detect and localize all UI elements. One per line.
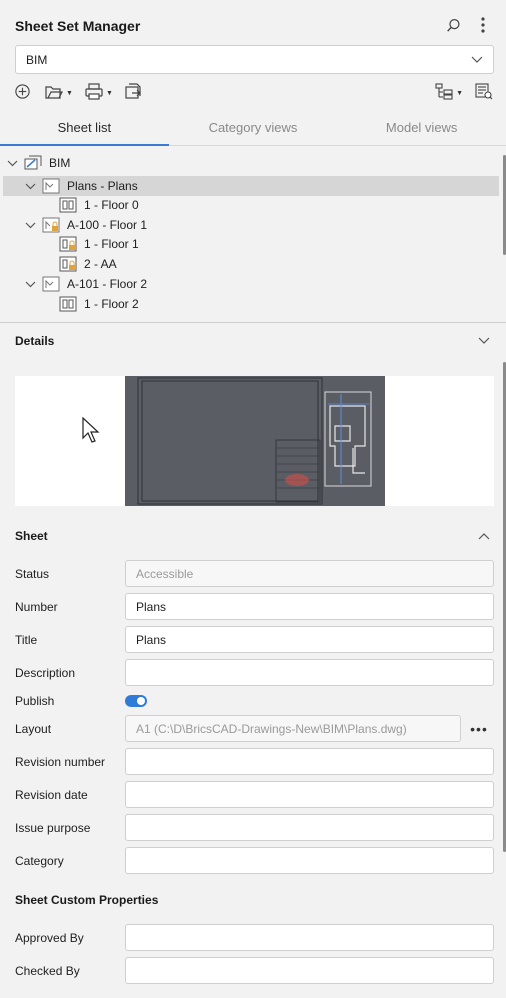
approved-by-label: Approved By	[15, 931, 84, 945]
revision-date-label: Revision date	[15, 788, 88, 802]
chevron-down-icon[interactable]	[23, 179, 37, 193]
export-button[interactable]	[125, 83, 143, 103]
number-label: Number	[15, 600, 58, 614]
tree-item-floor0[interactable]: 1 - Floor 0	[58, 195, 139, 215]
custom-properties-heading: Sheet Custom Properties	[15, 893, 159, 907]
sheet-tree: BIM Plans - Plans 1 - Floor 0 A-100 - Fl…	[0, 152, 506, 320]
tree-view-button[interactable]: ▼	[435, 83, 463, 103]
status-label: Status	[15, 567, 50, 581]
publish-button[interactable]: ▼	[85, 83, 113, 103]
tree-item-label: A-100 - Floor 1	[67, 218, 148, 232]
checked-by-label: Checked By	[15, 964, 80, 978]
tree-item-label: 2 - AA	[84, 257, 117, 271]
sheet-thumbnail	[125, 376, 385, 506]
tree-item-floor2[interactable]: 1 - Floor 2	[58, 294, 139, 314]
open-icon	[45, 84, 63, 103]
new-icon	[14, 83, 31, 103]
category-label: Category	[15, 854, 64, 868]
description-field[interactable]	[125, 659, 494, 686]
chevron-down-icon[interactable]	[23, 218, 37, 232]
chevron-up-icon[interactable]	[478, 529, 492, 543]
chevron-down-icon	[471, 53, 483, 67]
revision-number-label: Revision number	[15, 755, 106, 769]
revision-date-field[interactable]	[125, 781, 494, 808]
toolbar: ▼ ▼ ▼	[14, 83, 493, 103]
export-icon	[125, 83, 143, 103]
view-locked-icon	[58, 255, 78, 273]
panel-title: Sheet Set Manager	[15, 18, 141, 34]
publish-dropdown-caret-icon[interactable]: ▼	[106, 90, 113, 97]
view-icon	[58, 196, 78, 214]
layout-label: Layout	[15, 722, 52, 736]
sheet-set-value: BIM	[26, 52, 48, 67]
layout-browse-button[interactable]: •••	[470, 721, 488, 737]
title-label: Title	[15, 633, 38, 647]
issue-purpose-field[interactable]	[125, 814, 494, 841]
view-icon	[58, 295, 78, 313]
title-field[interactable]: Plans	[125, 626, 494, 653]
layout-icon	[41, 177, 61, 195]
publish-toggle[interactable]	[125, 695, 147, 707]
open-button[interactable]: ▼	[45, 84, 73, 103]
tab-sheet-list[interactable]: Sheet list	[0, 110, 169, 146]
details-heading: Details	[15, 334, 55, 348]
issue-purpose-label: Issue purpose	[15, 821, 91, 835]
open-dropdown-caret-icon[interactable]: ▼	[66, 90, 73, 97]
tree-item-aa[interactable]: 2 - AA	[58, 254, 117, 274]
tree-view-caret-icon[interactable]: ▼	[456, 90, 463, 97]
tree-item-plans[interactable]: Plans - Plans	[3, 176, 499, 196]
tab-model-views[interactable]: Model views	[337, 110, 506, 145]
checked-by-field[interactable]	[125, 957, 494, 984]
approved-by-field[interactable]	[125, 924, 494, 951]
chevron-down-icon[interactable]	[23, 277, 37, 291]
mouse-cursor-icon	[82, 416, 102, 448]
sheet-set-dropdown[interactable]: BIM	[15, 45, 494, 74]
tree-view-icon	[435, 83, 453, 103]
tab-category-views[interactable]: Category views	[169, 110, 338, 145]
new-button[interactable]	[14, 83, 31, 103]
layout-locked-icon	[41, 216, 61, 234]
view-locked-icon	[58, 235, 78, 253]
layout-icon	[41, 275, 61, 293]
publish-label: Publish	[15, 694, 55, 708]
tree-item-a101[interactable]: A-101 - Floor 2	[23, 274, 147, 294]
tree-item-floor1[interactable]: 1 - Floor 1	[58, 234, 139, 254]
view-tabs: Sheet list Category views Model views	[0, 110, 506, 146]
chevron-down-icon[interactable]	[478, 334, 492, 348]
tree-item-a100[interactable]: A-100 - Floor 1	[23, 215, 147, 235]
status-field: Accessible	[125, 560, 494, 587]
tree-item-bim[interactable]: BIM	[5, 153, 499, 173]
description-label: Description	[15, 666, 76, 680]
panel-divider[interactable]	[0, 322, 506, 323]
tree-item-label: Plans - Plans	[67, 179, 138, 193]
tree-item-label: BIM	[49, 156, 71, 170]
title-actions	[444, 16, 492, 34]
sheet-set-icon	[23, 154, 43, 172]
revision-number-field[interactable]	[125, 748, 494, 775]
more-vertical-icon[interactable]	[474, 16, 492, 34]
properties-button[interactable]	[475, 83, 493, 103]
category-field[interactable]	[125, 847, 494, 874]
number-field[interactable]: Plans	[125, 593, 494, 620]
tree-item-label: 1 - Floor 1	[84, 237, 139, 251]
tree-item-label: 1 - Floor 0	[84, 198, 139, 212]
sheet-heading: Sheet	[15, 529, 48, 543]
publish-icon	[85, 83, 103, 103]
layout-field: A1 (C:\D\BricsCAD-Drawings-New\BIM\Plans…	[125, 715, 461, 742]
tree-item-label: A-101 - Floor 2	[67, 277, 148, 291]
search-icon[interactable]	[444, 16, 462, 34]
chevron-down-icon[interactable]	[5, 156, 19, 170]
properties-icon	[475, 83, 493, 103]
tree-item-label: 1 - Floor 2	[84, 297, 139, 311]
